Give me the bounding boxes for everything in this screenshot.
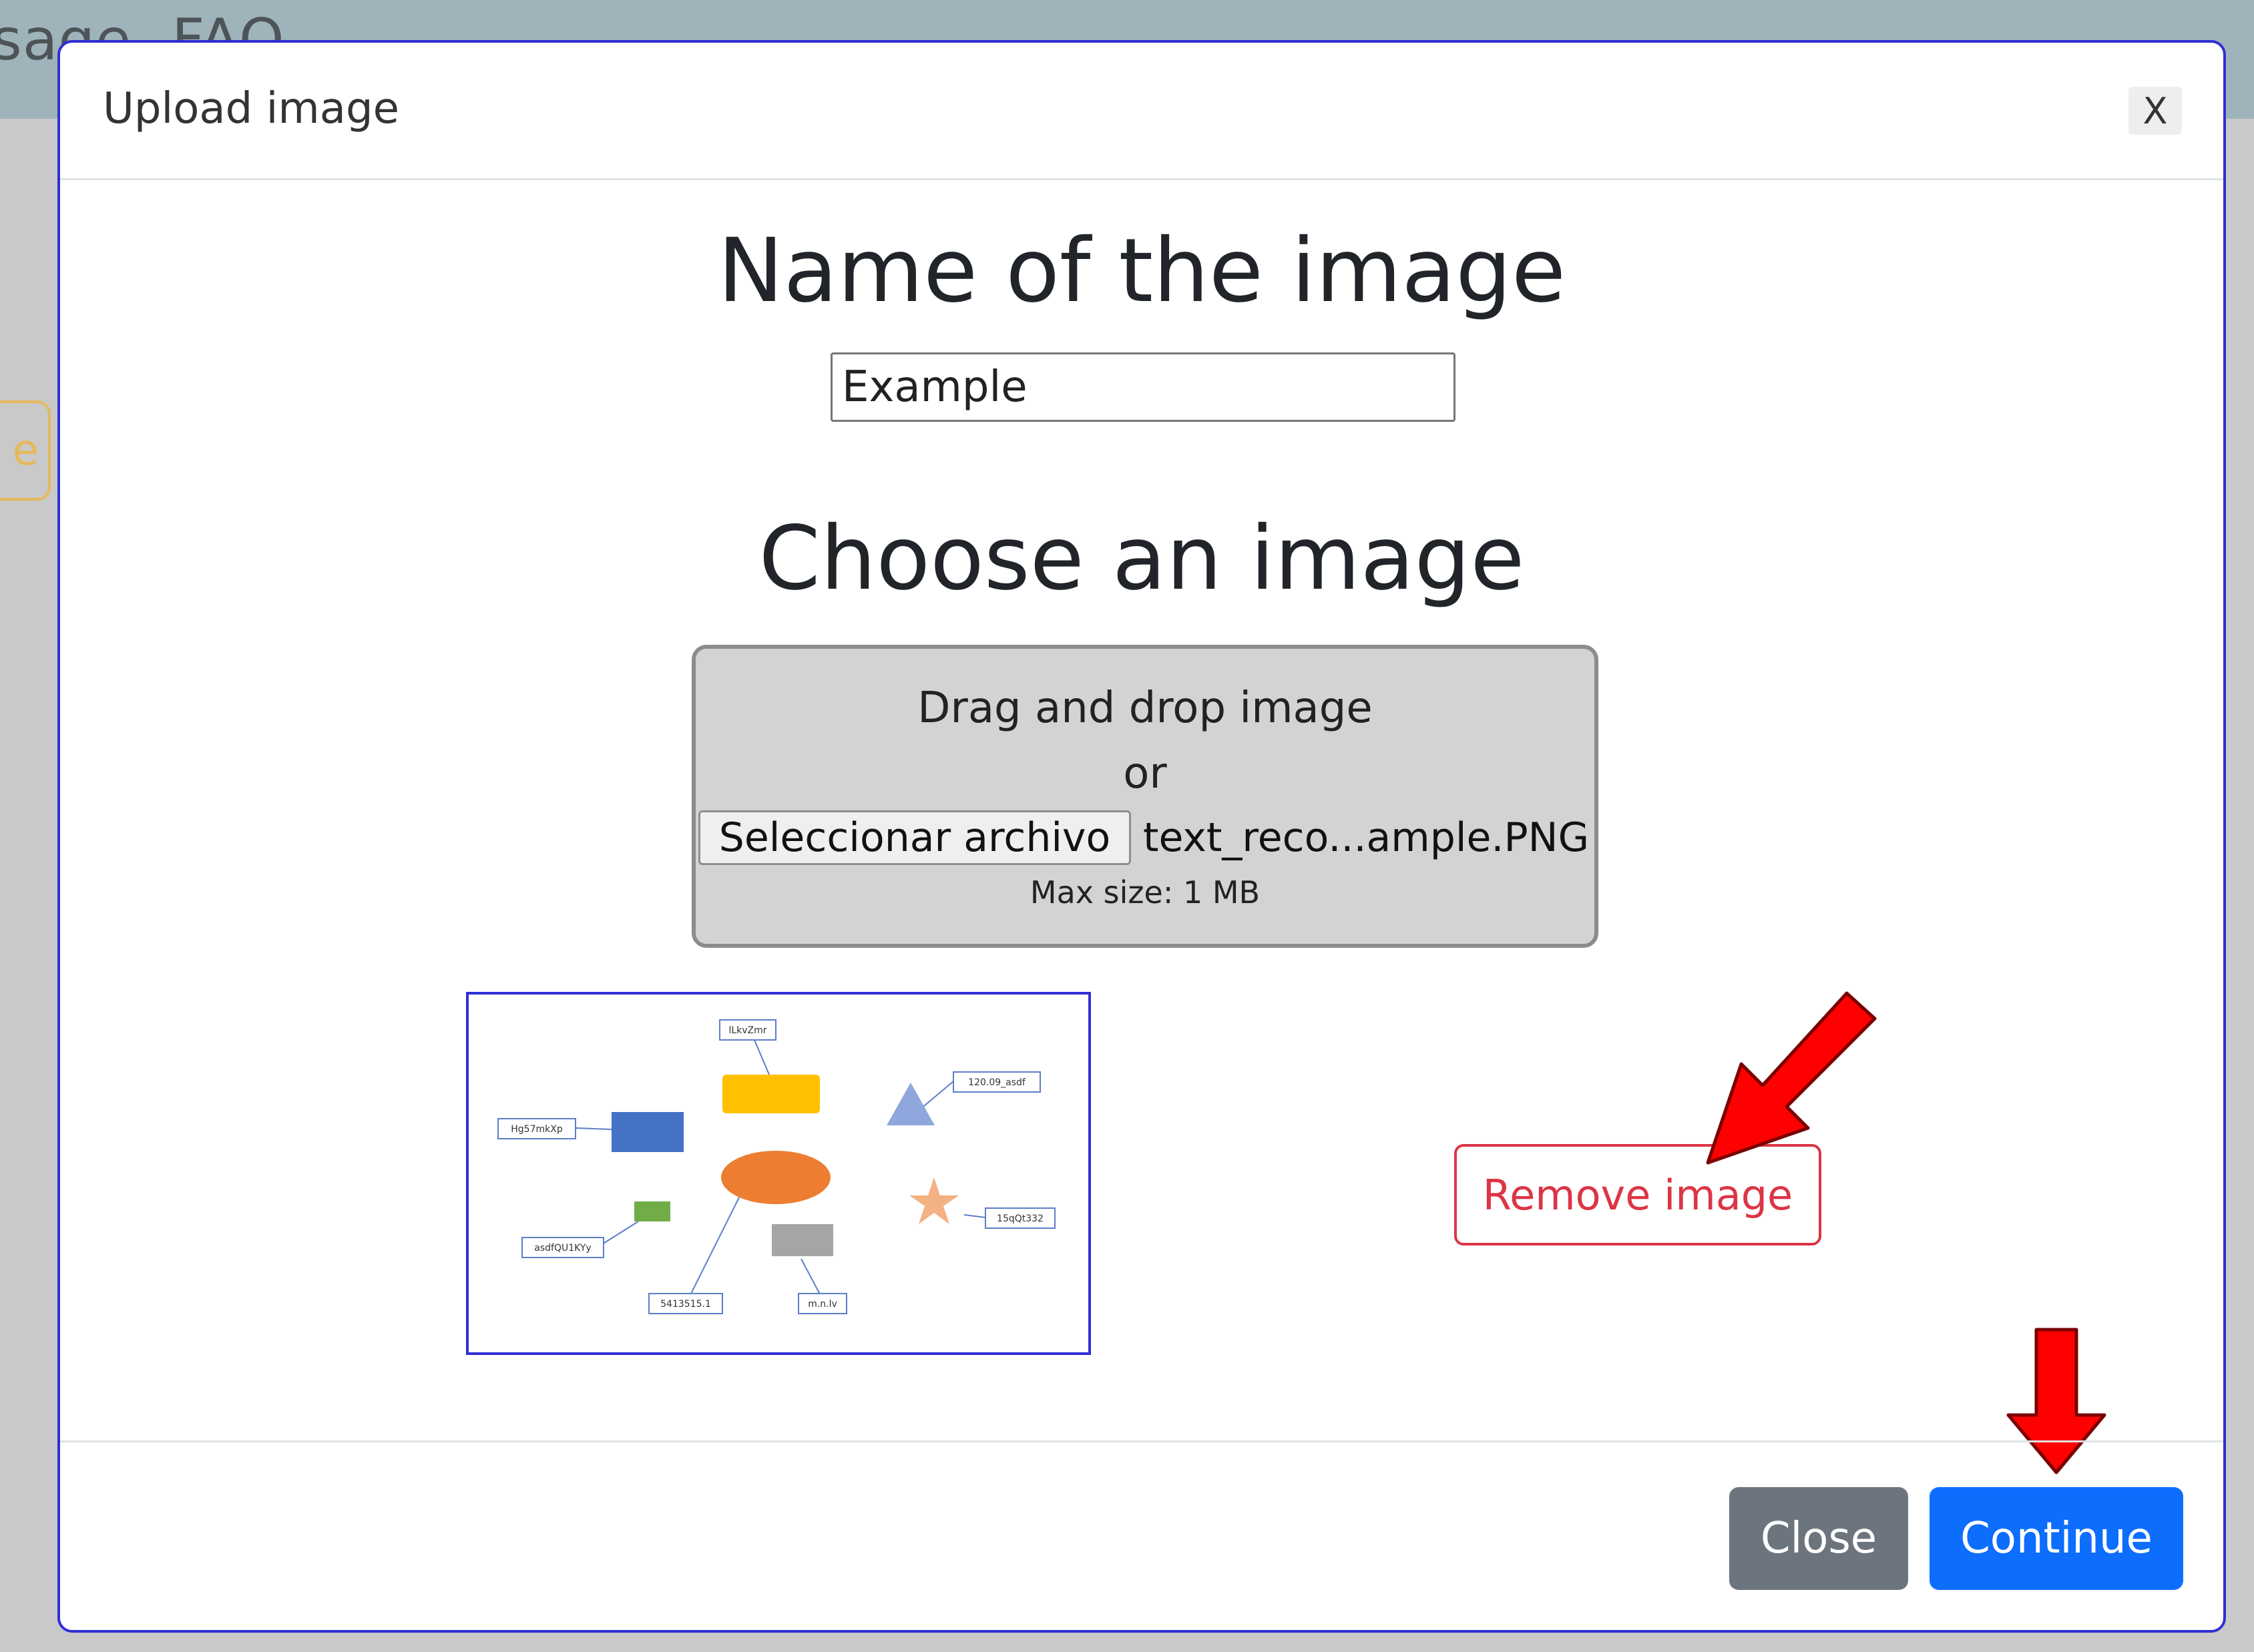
preview-diagram: lLkvZmr 120.09_asdf Hg57mkXp 15qQt332 as… <box>497 1019 1056 1314</box>
preview-green-rect <box>634 1201 670 1221</box>
preview-star <box>909 1177 959 1224</box>
choose-file-button[interactable]: Seleccionar archivo <box>698 810 1131 865</box>
preview-label: m.n.lv <box>808 1299 837 1310</box>
preview-yellow-rect <box>722 1075 820 1113</box>
preview-label: Hg57mkXp <box>511 1124 563 1135</box>
close-button[interactable]: Close <box>1729 1487 1908 1590</box>
modal-title: Upload image <box>103 84 399 133</box>
name-heading: Name of the image <box>717 220 1566 322</box>
preview-label: 5413515.1 <box>660 1299 711 1310</box>
preview-label: lLkvZmr <box>728 1025 766 1036</box>
dropzone-text: Drag and drop image <box>917 683 1373 733</box>
preview-orange-ellipse <box>721 1151 831 1204</box>
modal-header: Upload image X <box>60 43 2223 180</box>
choose-heading: Choose an image <box>758 507 1525 610</box>
preview-label: 15qQt332 <box>997 1213 1044 1224</box>
preview-label: asdfQU1KYy <box>534 1243 591 1254</box>
preview-blue-rect <box>612 1112 684 1152</box>
background-button: e <box>0 400 51 501</box>
modal-footer-divider <box>60 1440 2223 1442</box>
dropzone-or-text: or <box>1123 749 1167 798</box>
preview-gray-rect <box>772 1224 833 1256</box>
annotation-arrow-icon <box>1706 991 1877 1165</box>
selected-file-name: text_reco...ample.PNG <box>1143 814 1590 861</box>
max-size-note: Max size: 1 MB <box>1030 874 1261 910</box>
dropzone[interactable]: Drag and drop image or Seleccionar archi… <box>692 645 1598 948</box>
image-preview: lLkvZmr 120.09_asdf Hg57mkXp 15qQt332 as… <box>466 992 1091 1355</box>
preview-triangle <box>887 1083 935 1125</box>
background-button-label: e <box>12 426 39 475</box>
preview-label: 120.09_asdf <box>968 1077 1026 1088</box>
image-name-input[interactable] <box>831 352 1455 422</box>
upload-image-modal: Upload image X Name of the image Choose … <box>57 40 2226 1633</box>
header-close-button[interactable]: X <box>2128 87 2182 135</box>
annotation-arrow-icon <box>2006 1328 2106 1474</box>
continue-button[interactable]: Continue <box>1930 1487 2183 1590</box>
